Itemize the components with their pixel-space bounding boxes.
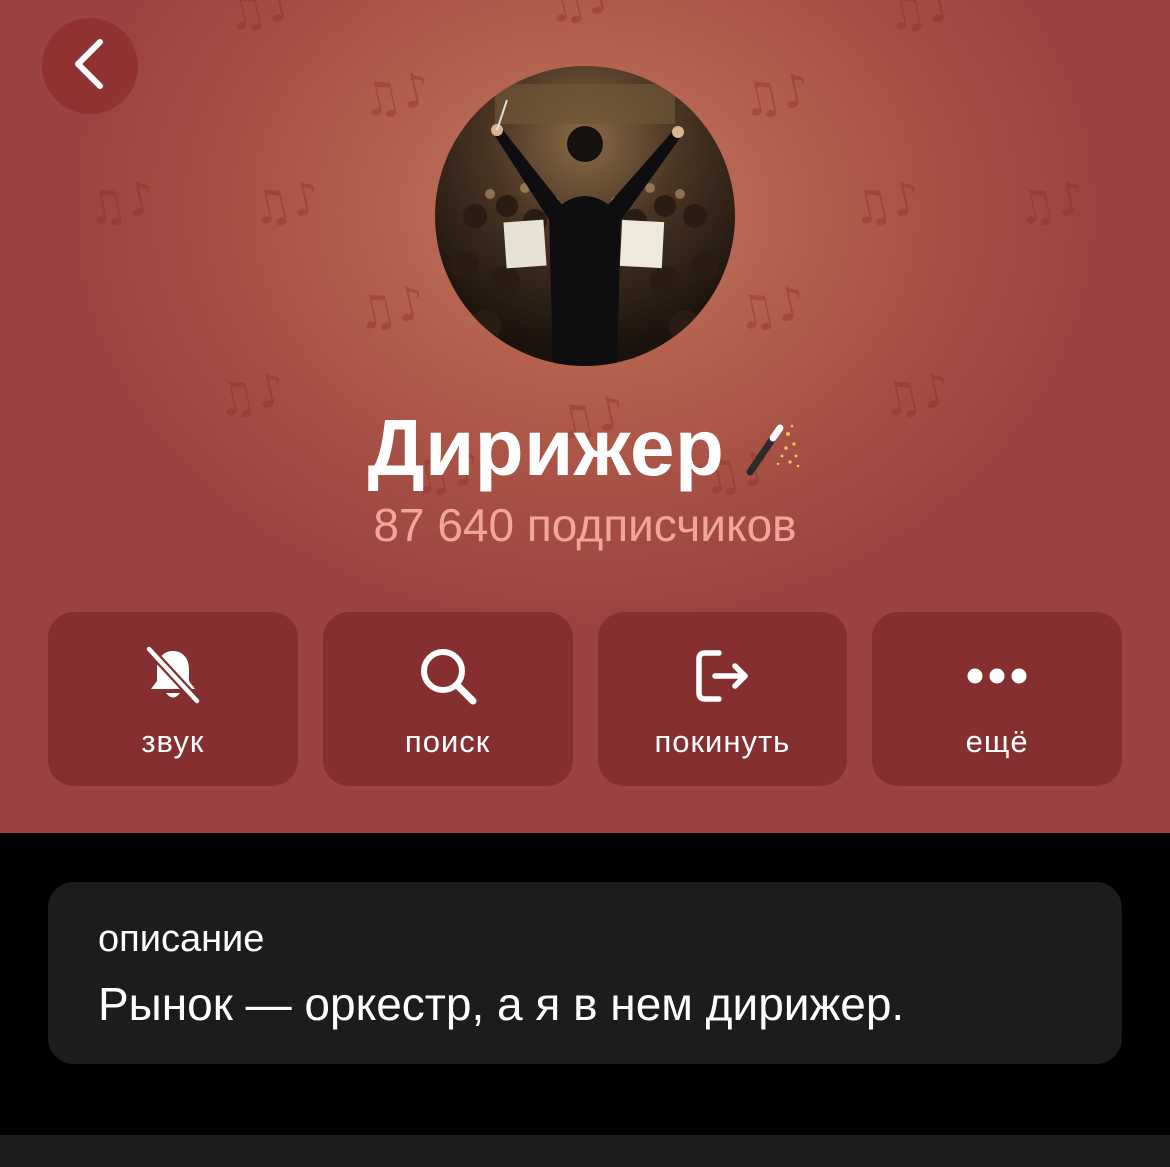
music-notes-icon: ♫♪ xyxy=(845,169,926,237)
back-button[interactable] xyxy=(42,18,138,114)
orchestra-conductor-photo xyxy=(435,66,735,366)
music-notes-icon: ♫♪ xyxy=(730,274,811,342)
subscribers-count: 87 640 подписчиков xyxy=(373,499,797,551)
mute-button[interactable]: звук xyxy=(48,612,298,786)
music-notes-icon: ♫♪ xyxy=(735,61,816,129)
search-button-label: поиск xyxy=(404,724,491,759)
more-button[interactable]: ещё xyxy=(872,612,1122,786)
music-notes-icon: ♫♪ xyxy=(80,169,161,237)
more-icon xyxy=(965,644,1029,708)
music-notes-icon: ♫♪ xyxy=(350,274,431,342)
search-icon xyxy=(416,644,480,708)
leave-button-label: покинуть xyxy=(654,724,791,759)
description-text: Рынок — оркестр, а я в нем дирижер. xyxy=(98,978,905,1030)
music-notes-icon: ♫♪ xyxy=(880,0,961,43)
mute-button-label: звук xyxy=(141,724,205,759)
bell-muted-icon xyxy=(141,644,205,708)
description-label: описание xyxy=(98,918,265,960)
channel-avatar[interactable] xyxy=(435,66,735,366)
search-button[interactable]: поиск xyxy=(322,612,573,786)
leave-icon xyxy=(690,644,754,708)
music-notes-icon: ♫♪ xyxy=(355,61,436,129)
channel-title: Дирижер xyxy=(367,403,725,492)
next-section-edge xyxy=(0,1135,1170,1167)
music-notes-icon: ♫♪ xyxy=(1010,169,1091,237)
music-notes-icon: ♫♪ xyxy=(220,0,301,43)
chevron-left-icon xyxy=(70,37,110,96)
music-notes-icon: ♫♪ xyxy=(540,0,621,35)
description-card[interactable]: описание Рынок — оркестр, а я в нем дири… xyxy=(48,882,1122,1064)
action-buttons: звук поиск покинуть ещё xyxy=(48,612,1122,786)
channel-header: ♫♪ ♫♪ ♫♪ ♫♪ ♫♪ ♫♪ ♫♪ ♫♪ ♫♪ ♫♪ ♫♪ ♫♪ ♫♪ ♫… xyxy=(0,0,1170,833)
music-notes-icon: ♫♪ xyxy=(245,169,326,237)
channel-title-row: Дирижер xyxy=(0,398,1170,498)
more-button-label: ещё xyxy=(965,724,1029,759)
magic-wand-icon xyxy=(742,414,802,483)
leave-button[interactable]: покинуть xyxy=(597,612,848,786)
